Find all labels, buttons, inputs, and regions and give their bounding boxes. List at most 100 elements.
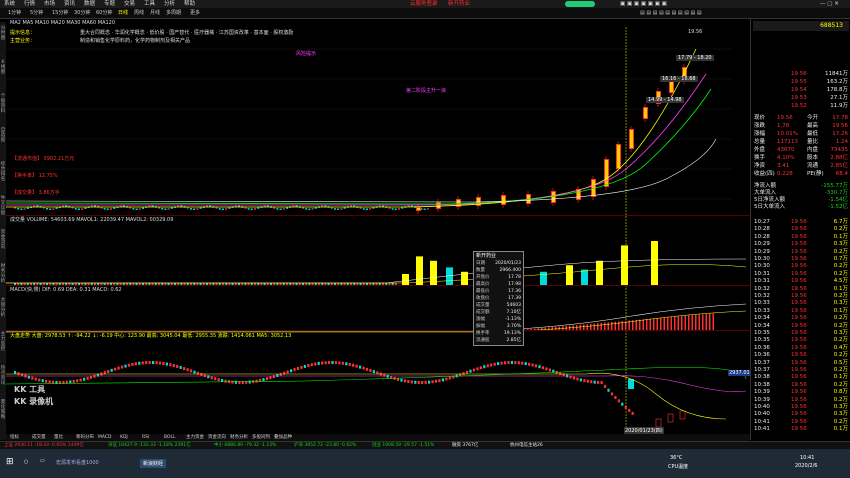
risk-annotation: 风险提示 bbox=[296, 51, 317, 57]
index-candle bbox=[203, 374, 206, 378]
menu-tools[interactable]: 工具 bbox=[144, 0, 155, 8]
stat-row: 净资 3.41 流通 2.85亿 bbox=[751, 163, 850, 170]
index-candle bbox=[293, 368, 296, 372]
watermark-tool: KK 工具 bbox=[14, 385, 46, 394]
start-icon[interactable]: ⊞ bbox=[6, 457, 14, 467]
indicator-tab[interactable]: RSI bbox=[142, 434, 149, 441]
search-icon[interactable]: ○ bbox=[24, 459, 28, 465]
popup-row: 最高价 17.98 bbox=[476, 281, 521, 288]
indicator-tab[interactable]: 指标 bbox=[10, 434, 19, 441]
tab-weekly[interactable]: 周线 bbox=[134, 9, 144, 17]
indicator-tab[interactable]: BOLL bbox=[164, 434, 176, 441]
popup-value: 17.36 bbox=[508, 289, 521, 294]
macd-bar bbox=[691, 315, 693, 331]
index-candle bbox=[679, 410, 686, 420]
index-candle bbox=[69, 380, 72, 384]
taskview-icon[interactable]: ▭ bbox=[40, 458, 45, 464]
index-candle bbox=[138, 361, 141, 365]
indicator-tab[interactable]: 筹码分布 bbox=[76, 434, 94, 441]
index-candle bbox=[369, 368, 372, 372]
menu-data[interactable]: 数据 bbox=[84, 0, 95, 8]
tab-60min[interactable]: 60分钟 bbox=[96, 9, 112, 17]
indicator-tab[interactable]: 多股同列 bbox=[252, 434, 270, 441]
index-candle bbox=[141, 361, 144, 365]
index-candle bbox=[628, 379, 634, 389]
tick-price: 19.56 bbox=[791, 315, 807, 322]
price-box-3: 14.99 - 14.98 bbox=[646, 97, 684, 103]
indicator-tab[interactable]: MACD bbox=[98, 434, 112, 441]
menu-topic[interactable]: 专题 bbox=[104, 0, 115, 8]
popup-title: 新开药业 bbox=[476, 253, 497, 259]
indicator-tab[interactable]: 资金流向 bbox=[208, 434, 226, 441]
tick-volume: 0.1万 bbox=[833, 426, 848, 433]
stat-key-2: PE(静) bbox=[807, 171, 824, 177]
menu-trade[interactable]: 交易 bbox=[124, 0, 135, 8]
indicator-tab[interactable]: 财务分析 bbox=[230, 434, 248, 441]
period-toolbar: 1分钟 5分钟 15分钟 30分钟 60分钟 日线 周线 月线 多周期 更多 ▤… bbox=[0, 8, 850, 19]
menu-market[interactable]: 市场 bbox=[44, 0, 55, 8]
kline-chart-svg[interactable] bbox=[5, 19, 750, 440]
tab-30min[interactable]: 30分钟 bbox=[74, 9, 90, 17]
tick-time: 10:30 bbox=[754, 263, 770, 270]
index-candle bbox=[127, 363, 131, 367]
menu-shortcuts[interactable]: ▣ ▣ ▣ ▣ ▣ ▣ ▣ bbox=[620, 0, 667, 8]
cloud-login-link[interactable]: 云服务登录 bbox=[410, 0, 438, 8]
tick-price: 19.56 bbox=[791, 233, 807, 240]
panel-divider bbox=[6, 330, 750, 331]
tick-row: 10:36 19.56 0.2万 bbox=[751, 352, 850, 359]
index-candle bbox=[559, 372, 562, 376]
index-candle bbox=[490, 363, 493, 367]
turnover-text: 【换手率】 12.75% bbox=[12, 173, 58, 179]
index-candle bbox=[365, 367, 369, 371]
indicator-tab[interactable]: 叠加品种 bbox=[274, 434, 292, 441]
menu-help[interactable]: 帮助 bbox=[184, 0, 195, 8]
index-candle bbox=[165, 362, 168, 366]
indicator-tab[interactable]: 量比 bbox=[54, 434, 63, 441]
candle bbox=[222, 208, 224, 210]
main-business-text: 制造和销售化学原料药，化学药物制剂及相关产品 bbox=[80, 38, 191, 44]
index-candle bbox=[38, 378, 41, 382]
menu-system[interactable]: 系统 bbox=[4, 0, 15, 8]
flow-row: 5日大单流入 -1.52亿 bbox=[751, 204, 850, 211]
tab-1min[interactable]: 1分钟 bbox=[8, 9, 21, 17]
candle bbox=[215, 207, 218, 209]
index-candle bbox=[548, 368, 551, 372]
tick-price: 19.56 bbox=[791, 307, 807, 314]
menu-analysis[interactable]: 分析 bbox=[164, 0, 175, 8]
candle bbox=[366, 208, 368, 210]
index-candle bbox=[296, 366, 300, 370]
right-tabs-icon[interactable]: ▤ ▤ ▤ ▤ ▤ ▤ ▤ ▤ ▤ ▤ bbox=[640, 9, 702, 17]
tab-multi-period[interactable]: 多周期 bbox=[166, 9, 181, 17]
menu-quote[interactable]: 行情 bbox=[24, 0, 35, 8]
popup-key: 日期 bbox=[476, 261, 485, 266]
tab-daily[interactable]: 日线 bbox=[118, 9, 128, 17]
indicator-tab[interactable]: KDJ bbox=[120, 434, 128, 441]
tab-5min[interactable]: 5分钟 bbox=[30, 9, 43, 17]
stat-value-2: 73435 bbox=[830, 147, 849, 153]
tick-row: 10:32 19.56 0.2万 bbox=[751, 293, 850, 300]
tick-row: 10:37 19.56 0.2万 bbox=[751, 367, 850, 374]
window-controls-icon[interactable]: — ▢ ✕ bbox=[820, 0, 839, 8]
indicator-tab[interactable]: 主力资金 bbox=[186, 434, 204, 441]
taskbar-app-1[interactable]: 宏源发布看盘1000 bbox=[56, 459, 99, 466]
volume-bar bbox=[651, 241, 658, 285]
stage-annotation: 第二阶段主升一浪 bbox=[406, 88, 447, 94]
flow-row: 5日净流入额 -1.54亿 bbox=[751, 197, 850, 204]
index-candle bbox=[176, 365, 179, 369]
tab-15min[interactable]: 15分钟 bbox=[52, 9, 68, 17]
kline-chart-area[interactable] bbox=[5, 19, 750, 440]
macd-bar bbox=[698, 314, 700, 331]
index-candle bbox=[286, 370, 289, 374]
tick-time: 10:28 bbox=[754, 233, 770, 240]
index-candle bbox=[469, 369, 472, 373]
tab-more[interactable]: 更多 bbox=[190, 9, 200, 17]
candle-inner bbox=[417, 208, 420, 210]
volume-bar bbox=[540, 271, 547, 285]
taskbar-app-2[interactable]: 新浪财经 bbox=[140, 459, 167, 468]
tick-price: 19.56 bbox=[791, 300, 807, 307]
menu-news[interactable]: 资讯 bbox=[64, 0, 75, 8]
indicator-tab[interactable]: 成交量 bbox=[32, 434, 46, 441]
index-candle bbox=[493, 362, 496, 366]
tab-monthly[interactable]: 月线 bbox=[150, 9, 160, 17]
tick-time: 10:40 bbox=[754, 404, 770, 410]
